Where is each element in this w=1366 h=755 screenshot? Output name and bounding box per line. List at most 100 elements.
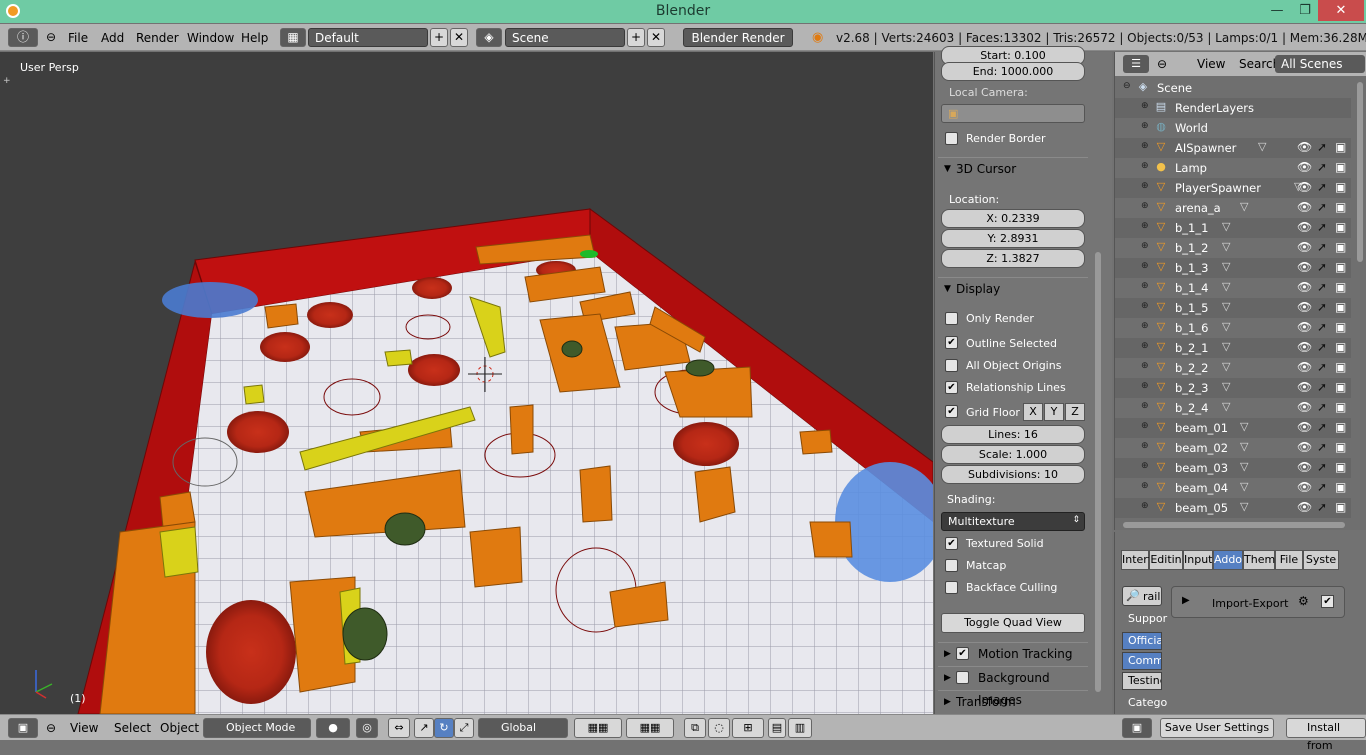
lock-layers-icon[interactable]: ⧉ [684,718,706,738]
tab-themes[interactable]: Them [1243,550,1275,570]
select-arrow-icon[interactable]: ➚ [1317,320,1327,334]
manipulator-icon[interactable]: ⇔ [388,718,410,738]
editor-type-3d-icon[interactable]: ▣ [8,718,38,738]
outliner-item[interactable]: ⊕ ▽ b_1_1 👁 ➚ ▣ ▽ [1115,218,1351,238]
expand-triangle-icon[interactable]: ▶ [1182,595,1190,606]
visibility-eye-icon[interactable]: 👁 [1297,480,1312,494]
select-arrow-icon[interactable]: ➚ [1317,340,1327,354]
menu-add[interactable]: Add [101,31,124,45]
addon-entry[interactable]: ▶ Import-Export ⚙ ✔ [1171,586,1345,618]
expand-icon[interactable]: ⊕ [1141,501,1149,511]
select-arrow-icon[interactable]: ➚ [1317,180,1327,194]
menu-view[interactable]: View [70,721,98,735]
select-arrow-icon[interactable]: ➚ [1317,140,1327,154]
collapse-menu-icon[interactable]: ⊖ [46,721,56,735]
render-camera-icon[interactable]: ▣ [1335,480,1346,494]
layout-field[interactable]: Default [308,28,428,47]
expand-icon[interactable]: ⊕ [1141,241,1149,251]
background-images-panel[interactable]: ▶ Background Images [938,666,1088,707]
cursor-z-field[interactable]: Z: 1.3827 [941,249,1085,268]
select-arrow-icon[interactable]: ➚ [1317,360,1327,374]
outliner-item[interactable]: ⊕ ▽ b_2_2 👁 ➚ ▣ ▽ [1115,358,1351,378]
rotate-icon[interactable]: ↻ [434,718,454,738]
install-from-file-button[interactable]: Install from [1286,718,1366,752]
visibility-eye-icon[interactable]: 👁 [1297,420,1312,434]
render-image-icon[interactable]: ▤ [768,718,786,738]
expand-icon[interactable]: ⊕ [1141,301,1149,311]
outliner-item[interactable]: ⊕ ◍ World [1115,118,1351,138]
prefs-editor-icon[interactable]: ▣ [1122,718,1152,738]
minimize-button[interactable]: — [1262,0,1292,21]
render-camera-icon[interactable]: ▣ [1335,220,1346,234]
cursor-panel-header[interactable]: ▼ 3D Cursor [938,157,1088,179]
close-button[interactable]: ✕ [1318,0,1364,21]
render-camera-icon[interactable]: ▣ [1335,300,1346,314]
screen-layout-icon[interactable]: ▦ [280,28,306,47]
outliner-view-menu[interactable]: View [1197,57,1225,71]
orientation-select[interactable]: Global [478,718,568,738]
visibility-eye-icon[interactable]: 👁 [1297,300,1312,314]
visibility-eye-icon[interactable]: 👁 [1297,240,1312,254]
matcap-checkbox[interactable] [945,559,958,572]
select-arrow-icon[interactable]: ➚ [1317,280,1327,294]
cursor-y-field[interactable]: Y: 2.8931 [941,229,1085,248]
expand-icon[interactable]: ⊕ [1141,401,1149,411]
proportional-edit-icon[interactable]: ◌ [708,718,730,738]
render-camera-icon[interactable]: ▣ [1335,460,1346,474]
3d-viewport[interactable]: User Persp (1) + [0,52,933,714]
outliner-item[interactable]: ⊕ ▽ beam_04 👁 ➚ ▣ ▽ [1115,478,1351,498]
viewport-shading-icon[interactable]: ● [316,718,350,738]
pivot-point-icon[interactable]: ◎ [356,718,378,738]
render-camera-icon[interactable]: ▣ [1335,200,1346,214]
delete-layout-button[interactable]: ✕ [450,28,468,47]
menu-file[interactable]: File [68,31,88,45]
all-object-origins-checkbox[interactable] [945,359,958,372]
only-render-checkbox[interactable] [945,312,958,325]
visibility-eye-icon[interactable]: 👁 [1297,400,1312,414]
toggle-quad-view-button[interactable]: Toggle Quad View [941,613,1085,633]
outliner-item[interactable]: ⊕ ▽ b_1_5 👁 ➚ ▣ ▽ [1115,298,1351,318]
expand-icon[interactable]: ⊕ [1141,461,1149,471]
expand-icon[interactable]: ⊕ [1141,201,1149,211]
motion-tracking-panel[interactable]: ▶ ✔ Motion Tracking [938,642,1088,664]
local-camera-field[interactable]: ▣ [941,104,1085,123]
expand-icon[interactable]: ⊕ [1141,261,1149,271]
menu-window[interactable]: Window [187,31,234,45]
collapse-menu-icon[interactable]: ⊖ [46,30,56,44]
grid-axis-z-toggle[interactable]: Z [1065,403,1085,421]
outliner-item[interactable]: ⊕ ▽ beam_02 👁 ➚ ▣ ▽ [1115,438,1351,458]
render-camera-icon[interactable]: ▣ [1335,420,1346,434]
visibility-eye-icon[interactable]: 👁 [1297,220,1312,234]
outliner-item[interactable]: ⊖ ◈ Scene [1115,78,1351,98]
scale-icon[interactable]: ⤢ [454,718,474,738]
relationship-lines-checkbox[interactable]: ✔ [945,381,958,394]
tab-input[interactable]: Input [1183,550,1213,570]
expand-icon[interactable]: ⊕ [1141,421,1149,431]
expand-icon[interactable]: ⊕ [1141,341,1149,351]
select-arrow-icon[interactable]: ➚ [1317,440,1327,454]
transform-orientations-panel[interactable]: ▶Transform Orientations [938,690,1088,731]
visibility-eye-icon[interactable]: 👁 [1297,140,1312,154]
select-arrow-icon[interactable]: ➚ [1317,200,1327,214]
delete-scene-button[interactable]: ✕ [647,28,665,47]
expand-icon[interactable]: ⊕ [1141,101,1149,111]
cursor-x-field[interactable]: X: 0.2339 [941,209,1085,228]
scene-field[interactable]: Scene [505,28,625,47]
grid-subdivisions-field[interactable]: Subdivisions: 10 [941,465,1085,484]
render-engine-select[interactable]: Blender Render [683,28,793,47]
grid-floor-checkbox[interactable]: ✔ [945,405,958,418]
render-camera-icon[interactable]: ▣ [1335,160,1346,174]
outliner-hscrollbar[interactable] [1123,522,1345,528]
background-images-checkbox[interactable] [956,671,969,684]
select-arrow-icon[interactable]: ➚ [1317,260,1327,274]
outliner-item[interactable]: ⊕ ▽ beam_03 👁 ➚ ▣ ▽ [1115,458,1351,478]
support-official-toggle[interactable]: Official [1122,632,1162,650]
render-camera-icon[interactable]: ▣ [1335,240,1346,254]
collapse-menu-icon[interactable]: ⊖ [1157,57,1167,71]
expand-icon[interactable]: ⊕ [1141,181,1149,191]
properties-scrollbar[interactable] [1095,252,1101,692]
outliner-item[interactable]: ⊕ ● Lamp 👁 ➚ ▣ [1115,158,1351,178]
visibility-eye-icon[interactable]: 👁 [1297,260,1312,274]
tab-file[interactable]: File [1275,550,1303,570]
shading-select[interactable]: Multitexture ⇕ [941,512,1085,531]
